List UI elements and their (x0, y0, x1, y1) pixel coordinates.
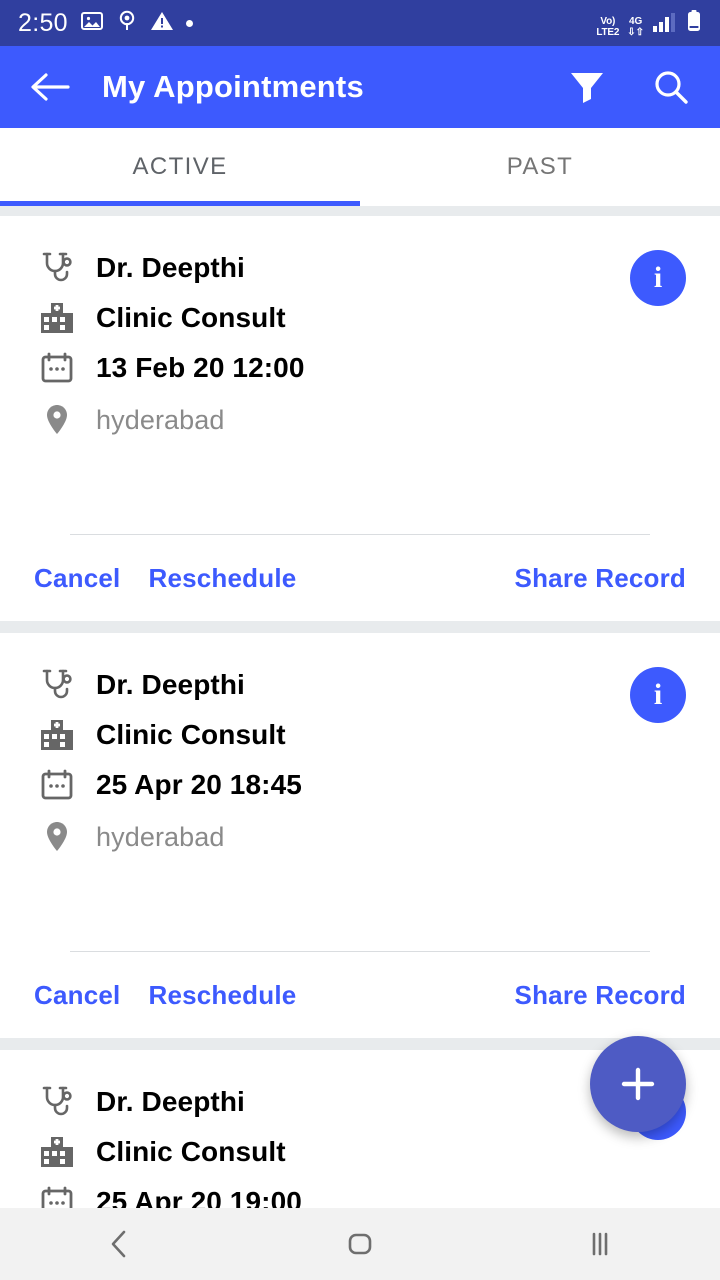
dot-icon (185, 19, 193, 27)
consult-type-row: Clinic Consult (34, 296, 686, 340)
search-icon (655, 71, 688, 104)
status-bar-right: Vo) LTE2 4G ⇩⇧ (596, 9, 702, 38)
consult-type: Clinic Consult (96, 1136, 286, 1167)
nav-home-icon (348, 1233, 372, 1255)
hospital-icon (34, 1135, 80, 1169)
appointment-details: i Dr. Deepthi Clinic Consult (34, 663, 686, 859)
tab-active[interactable]: ACTIVE (0, 128, 360, 206)
cancel-button[interactable]: Cancel (34, 980, 120, 1011)
consult-type-row: Clinic Consult (34, 1130, 686, 1174)
battery-icon (686, 9, 702, 38)
nav-home-button[interactable] (240, 1227, 480, 1261)
location-row: hyderabad (34, 398, 686, 442)
card-spacer (34, 865, 686, 951)
doctor-name: Dr. Deepthi (96, 1086, 245, 1117)
map-pin-icon (34, 403, 80, 437)
search-button[interactable] (648, 64, 694, 110)
consult-type: Clinic Consult (96, 719, 286, 750)
signal-icon (652, 11, 678, 38)
plus-icon (621, 1067, 655, 1101)
info-button[interactable]: i (630, 250, 686, 306)
add-appointment-fab[interactable] (590, 1036, 686, 1132)
filter-button[interactable] (564, 64, 610, 110)
doctor-name: Dr. Deepthi (96, 669, 245, 700)
nav-back-button[interactable] (0, 1227, 240, 1261)
app-bar-actions (564, 64, 694, 110)
consult-type-row: Clinic Consult (34, 713, 686, 757)
appointment-card[interactable]: i Dr. Deepthi Clinic Consult (0, 633, 720, 1038)
card-actions: Cancel Reschedule Share Record (34, 535, 686, 621)
doctor-row: Dr. Deepthi (34, 663, 686, 707)
location-row: hyderabad (34, 815, 686, 859)
datetime-row: 25 Apr 20 18:45 (34, 763, 686, 807)
datetime-row: 13 Feb 20 12:00 (34, 346, 686, 390)
appointment-location: hyderabad (96, 821, 225, 852)
volte-icon: Vo) LTE2 (596, 15, 620, 38)
appointment-datetime: 25 Apr 20 18:45 (96, 769, 302, 800)
consult-type: Clinic Consult (96, 302, 286, 333)
stethoscope-icon (34, 667, 80, 703)
share-record-button[interactable]: Share Record (515, 980, 686, 1011)
hospital-icon (34, 718, 80, 752)
status-clock: 2:50 (18, 8, 68, 37)
calendar-icon (34, 768, 80, 802)
nav-back-icon (111, 1230, 126, 1258)
tab-past[interactable]: PAST (360, 128, 720, 206)
appointment-card[interactable]: i Dr. Deepthi Clinic Consult (0, 216, 720, 621)
card-actions: Cancel Reschedule Share Record (34, 952, 686, 1038)
map-pin-icon (34, 820, 80, 854)
tab-past-label: PAST (506, 153, 574, 180)
arrow-left-icon (31, 73, 70, 101)
stethoscope-icon (34, 1084, 80, 1120)
reschedule-button[interactable]: Reschedule (148, 980, 296, 1011)
status-bar-left: 2:50 (18, 9, 193, 38)
share-record-button[interactable]: Share Record (515, 563, 686, 594)
page-title: My Appointments (102, 69, 364, 104)
app-screen: 2:50 Vo) LTE2 4G ⇩⇧ My Appointments ACTI… (0, 0, 720, 1280)
cancel-button[interactable]: Cancel (34, 563, 120, 594)
doctor-name: Dr. Deepthi (96, 252, 245, 283)
app-bar: My Appointments (0, 46, 720, 128)
filter-icon (571, 73, 603, 103)
appointment-datetime: 13 Feb 20 12:00 (96, 352, 305, 383)
info-button-label: i (653, 678, 663, 711)
hospital-icon (34, 301, 80, 335)
warning-icon (150, 10, 174, 37)
image-icon (80, 9, 104, 38)
appointment-details: i Dr. Deepthi Clinic Consult (34, 246, 686, 442)
nav-recents-button[interactable] (480, 1227, 720, 1261)
appointment-location: hyderabad (96, 404, 225, 435)
tab-active-label: ACTIVE (132, 153, 228, 180)
calendar-icon (34, 351, 80, 385)
reschedule-button[interactable]: Reschedule (148, 563, 296, 594)
info-button-label: i (653, 261, 663, 294)
nav-recents-icon (592, 1232, 608, 1256)
back-button[interactable] (26, 63, 74, 111)
android-nav-bar (0, 1208, 720, 1280)
tab-bar: ACTIVE PAST (0, 128, 720, 206)
stethoscope-icon (34, 250, 80, 286)
doctor-row: Dr. Deepthi (34, 246, 686, 290)
data-transfer-icon: 4G ⇩⇧ (627, 15, 644, 38)
card-spacer (34, 448, 686, 534)
status-bar: 2:50 Vo) LTE2 4G ⇩⇧ (0, 0, 720, 46)
location-icon (116, 9, 138, 38)
info-button[interactable]: i (630, 667, 686, 723)
tab-divider (0, 206, 720, 216)
doctor-row: Dr. Deepthi (34, 1080, 686, 1124)
